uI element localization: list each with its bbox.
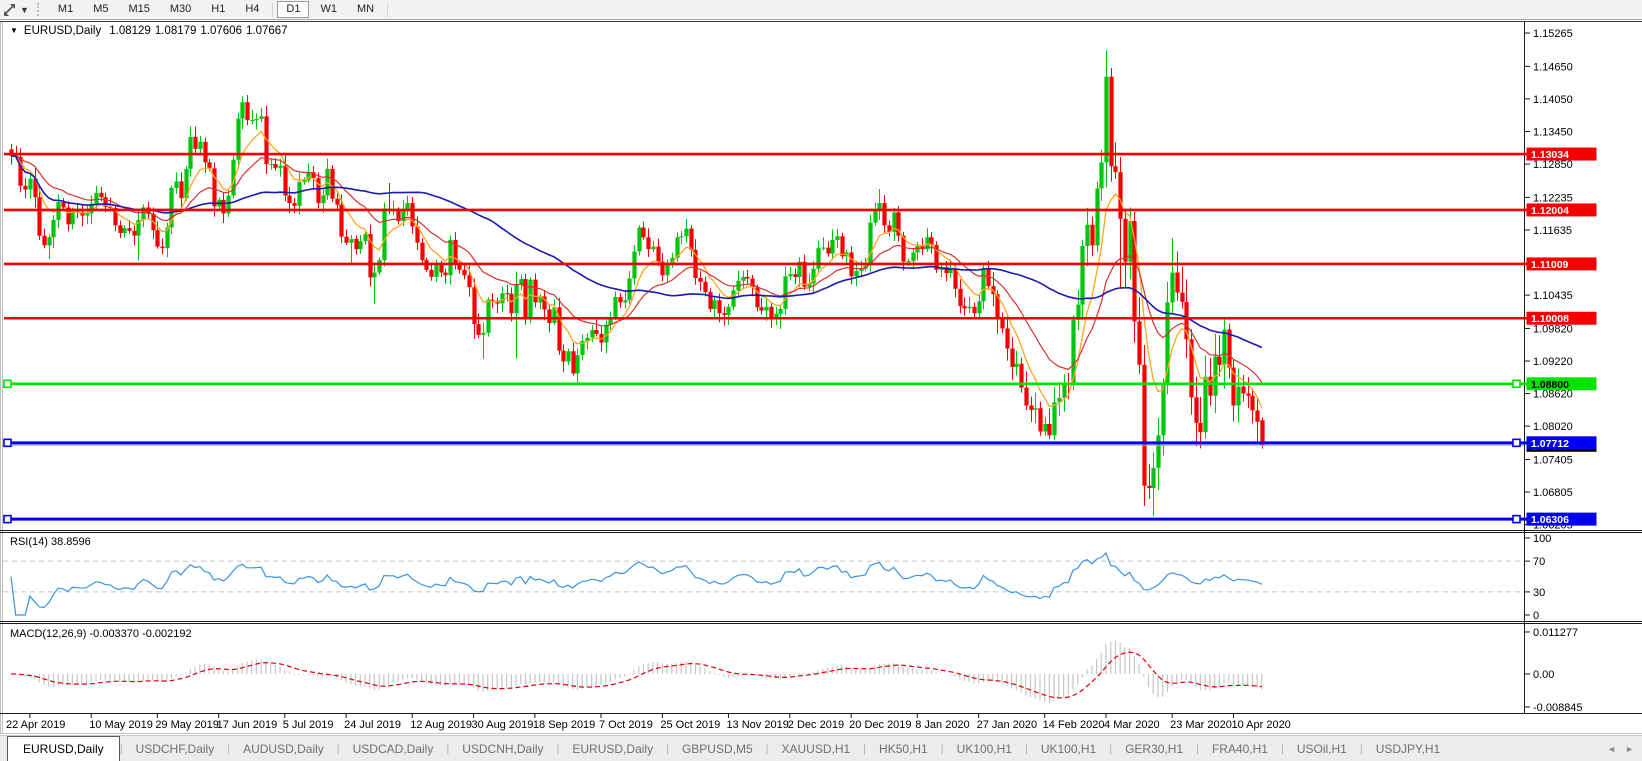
tab-scroll-left-button[interactable]: ◄	[1607, 744, 1616, 754]
chart-tab-xauusd-h1-7[interactable]: XAUUSD,H1	[768, 736, 863, 761]
line-handle-left-1.07712[interactable]	[4, 439, 11, 446]
timeframe-button-H4[interactable]: H4	[236, 1, 268, 18]
svg-text:0.00: 0.00	[1533, 669, 1554, 681]
chart-tab-fra40-h1-12[interactable]: FRA40,H1	[1199, 736, 1281, 761]
svg-text:1.15265: 1.15265	[1533, 28, 1573, 40]
svg-text:0: 0	[1533, 610, 1539, 622]
low-value: 1.07606	[200, 25, 242, 37]
collapse-triangle-icon[interactable]: ▼	[10, 26, 18, 35]
chart-tab-audusd-daily-2[interactable]: AUDUSD,Daily	[230, 736, 337, 761]
crosshair-cursor-icon[interactable]	[2, 3, 18, 17]
line-handle-left-1.08800[interactable]	[4, 380, 11, 387]
line-handle-left-1.06306[interactable]	[4, 516, 11, 523]
svg-text:1.10008: 1.10008	[1531, 313, 1569, 325]
svg-text:24 Jul 2019: 24 Jul 2019	[344, 719, 401, 731]
tab-scroll-right-button[interactable]: ►	[1625, 744, 1634, 754]
chart-tab-eurusd-daily-0[interactable]: EURUSD,Daily	[7, 736, 120, 761]
toolbar-grip	[37, 3, 44, 16]
open-value: 1.08129	[109, 25, 151, 37]
svg-text:1.12004: 1.12004	[1531, 205, 1569, 217]
svg-text:14 Feb 2020: 14 Feb 2020	[1043, 719, 1105, 731]
timeframe-button-M1[interactable]: M1	[49, 1, 82, 18]
timeframe-buttons: M1M5M15M30H1H4 D1W1MN	[48, 0, 391, 19]
chart-tab-hk50-h1-8[interactable]: HK50,H1	[866, 736, 941, 761]
chart-canvas[interactable]: 1.152651.146501.140501.134501.128501.122…	[0, 0, 1642, 760]
chart-tab-usdcad-daily-3[interactable]: USDCAD,Daily	[340, 736, 447, 761]
line-handle-right-1.07712[interactable]	[1513, 439, 1520, 446]
macd-label: MACD(12,26,9) -0.003370 -0.002192	[10, 628, 192, 640]
svg-text:27 Jan 2020: 27 Jan 2020	[977, 719, 1038, 731]
svg-text:30: 30	[1533, 587, 1545, 599]
chart-tab-bar: EURUSD,Daily|USDCHF,Daily|AUDUSD,Daily|U…	[0, 735, 1642, 761]
svg-text:22 Apr 2019: 22 Apr 2019	[6, 719, 65, 731]
rsi-label: RSI(14) 38.8596	[10, 536, 91, 548]
svg-text:12 Aug 2019: 12 Aug 2019	[410, 719, 472, 731]
chart-tab-uk100-h1-10[interactable]: UK100,H1	[1028, 736, 1109, 761]
high-value: 1.08179	[155, 25, 197, 37]
svg-text:4 Mar 2020: 4 Mar 2020	[1104, 719, 1160, 731]
svg-text:1.06805: 1.06805	[1533, 487, 1573, 499]
svg-text:29 May 2019: 29 May 2019	[155, 719, 219, 731]
timeframe-button-M30[interactable]: M30	[161, 1, 200, 18]
svg-text:1.13034: 1.13034	[1531, 149, 1569, 161]
svg-text:100: 100	[1533, 533, 1551, 545]
svg-text:1.07712: 1.07712	[1531, 438, 1569, 450]
timeframe-button-MN[interactable]: MN	[348, 1, 383, 18]
svg-text:8 Jan 2020: 8 Jan 2020	[915, 719, 969, 731]
svg-text:1.12235: 1.12235	[1533, 192, 1573, 204]
chart-tab-eurusd-daily-5[interactable]: EURUSD,Daily	[559, 736, 666, 761]
chart-tab-usoil-h1-13[interactable]: USOil,H1	[1284, 736, 1360, 761]
chart-tab-ger30-h1-11[interactable]: GER30,H1	[1112, 736, 1196, 761]
svg-text:1.08800: 1.08800	[1531, 379, 1569, 391]
line-handle-right-1.08800[interactable]	[1513, 380, 1520, 387]
svg-text:5 Jul 2019: 5 Jul 2019	[283, 719, 334, 731]
svg-text:1.13450: 1.13450	[1533, 126, 1573, 138]
svg-text:1.14050: 1.14050	[1533, 94, 1573, 106]
svg-text:1.07405: 1.07405	[1533, 454, 1573, 466]
macd-values: -0.003370 -0.002192	[89, 628, 191, 640]
close-value: 1.07667	[246, 25, 288, 37]
chart-tab-usdjpy-h1-14[interactable]: USDJPY,H1	[1363, 736, 1453, 761]
svg-text:1.11009: 1.11009	[1531, 259, 1569, 271]
svg-text:13 Nov 2019: 13 Nov 2019	[726, 719, 788, 731]
svg-text:10 Apr 2020: 10 Apr 2020	[1231, 719, 1290, 731]
svg-text:25 Oct 2019: 25 Oct 2019	[660, 719, 720, 731]
timeframe-button-W1[interactable]: W1	[311, 1, 346, 18]
svg-text:7 Oct 2019: 7 Oct 2019	[599, 719, 653, 731]
svg-text:10 May 2019: 10 May 2019	[89, 719, 153, 731]
chart-ohlc-header: ▼ EURUSD,Daily 1.08129 1.081791.07606 1.0766…	[10, 25, 292, 37]
chevron-down-icon[interactable]: ▼	[20, 5, 29, 15]
chart-tabs: EURUSD,Daily|USDCHF,Daily|AUDUSD,Daily|U…	[0, 736, 1599, 761]
svg-text:1.08020: 1.08020	[1533, 421, 1573, 433]
svg-text:1.06306: 1.06306	[1531, 514, 1569, 526]
timeframe-toolbar: ▼ M1M5M15M30H1H4 D1W1MN	[0, 0, 1642, 20]
svg-text:30 Aug 2019: 30 Aug 2019	[472, 719, 534, 731]
svg-text:1.09220: 1.09220	[1533, 356, 1573, 368]
svg-text:17 Jun 2019: 17 Jun 2019	[217, 719, 278, 731]
chart-tab-gbpusd-m5-6[interactable]: GBPUSD,M5	[669, 736, 766, 761]
svg-text:23 Mar 2020: 23 Mar 2020	[1170, 719, 1232, 731]
svg-text:1.14650: 1.14650	[1533, 61, 1573, 73]
rsi-value: 38.8596	[51, 536, 91, 548]
svg-text:18 Sep 2019: 18 Sep 2019	[533, 719, 595, 731]
svg-text:-0.008845: -0.008845	[1533, 702, 1583, 714]
svg-text:70: 70	[1533, 556, 1545, 568]
symbol-label: EURUSD,Daily	[24, 25, 101, 37]
chart-tab-uk100-h1-9[interactable]: UK100,H1	[944, 736, 1025, 761]
svg-text:2 Dec 2019: 2 Dec 2019	[788, 719, 844, 731]
timeframe-button-M5[interactable]: M5	[84, 1, 117, 18]
chart-tab-usdcnh-daily-4[interactable]: USDCNH,Daily	[449, 736, 556, 761]
timeframe-button-H1[interactable]: H1	[202, 1, 234, 18]
chart-tab-usdchf-daily-1[interactable]: USDCHF,Daily	[123, 736, 228, 761]
svg-text:1.10435: 1.10435	[1533, 290, 1573, 302]
timeframe-button-M15[interactable]: M15	[119, 1, 158, 18]
timeframe-button-D1[interactable]: D1	[277, 1, 309, 18]
svg-text:1.11635: 1.11635	[1533, 225, 1572, 237]
svg-text:0.011277: 0.011277	[1533, 627, 1578, 639]
line-handle-right-1.06306[interactable]	[1513, 516, 1520, 523]
svg-text:20 Dec 2019: 20 Dec 2019	[849, 719, 911, 731]
